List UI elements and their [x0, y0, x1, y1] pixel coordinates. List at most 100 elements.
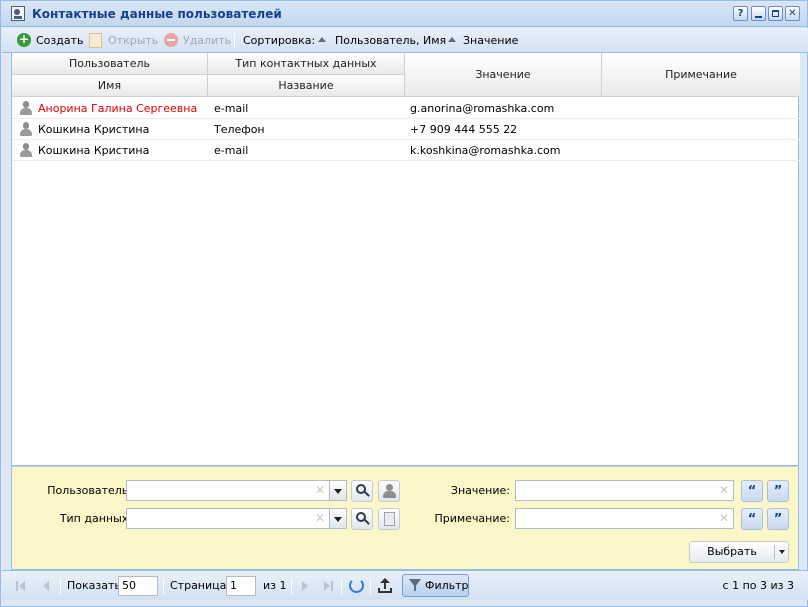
cell-value: g.anorina@romashka.com [410, 102, 555, 115]
cell-note [608, 119, 796, 140]
sort-label: Сортировка: [243, 34, 316, 47]
page-number-input[interactable]: 1 [226, 576, 256, 596]
paging-toolbar: Показать 50 Страница 1 из 1 Фильтр с 1 п… [2, 570, 808, 600]
filter-panel: Пользователь: ✕ Тип данных: ✕ Значение: … [11, 466, 799, 570]
filter-toggle-button[interactable]: Фильтр [402, 574, 469, 597]
minus-circle-icon [164, 33, 178, 47]
page-size-input[interactable]: 50 [118, 576, 158, 596]
document-open-icon [89, 33, 102, 48]
column-header-title[interactable]: Название [208, 75, 405, 97]
type-filter-dropdown-trigger[interactable] [329, 508, 347, 529]
delete-button[interactable]: Удалить [183, 28, 231, 53]
maximize-button[interactable] [768, 6, 783, 21]
table-row[interactable]: Кошкина Кристина e-mail k.koshkina@romas… [12, 140, 800, 161]
first-page-bar [16, 581, 18, 591]
paging-separator [60, 578, 61, 594]
open-quote-icon: “ [747, 484, 757, 499]
user-filter-label: Пользователь: [47, 484, 132, 497]
cell-value: +7 909 444 555 22 [410, 123, 518, 136]
column-header-note[interactable]: Примечание [602, 53, 800, 97]
value-filter-label: Значение: [450, 484, 510, 497]
chevron-down-icon[interactable] [779, 550, 785, 554]
user-select-button[interactable] [378, 480, 400, 502]
page-size-label: Показать [67, 579, 121, 592]
close-button[interactable]: ✕ [785, 6, 800, 21]
paging-separator [370, 578, 371, 594]
minimize-icon [755, 16, 762, 18]
contacts-window: Контактные данные пользователей ? ✕ + Со… [0, 0, 808, 607]
sort-item-user-name[interactable]: Пользователь, Имя [335, 28, 446, 53]
maximize-icon [772, 10, 779, 17]
next-page-icon[interactable] [302, 581, 308, 591]
note-filter-input[interactable]: ✕ [515, 508, 734, 529]
open-button[interactable]: Открыть [108, 28, 158, 53]
cell-name: Кошкина Кристина [38, 144, 150, 157]
type-search-button[interactable] [351, 508, 373, 530]
sort-asc-icon [318, 37, 326, 42]
header-group-contact-type: Тип контактных данных [208, 53, 405, 75]
clear-icon[interactable]: ✕ [719, 483, 729, 497]
open-quote-icon: “ [747, 512, 757, 527]
sort-asc-icon [448, 37, 456, 42]
clear-icon[interactable]: ✕ [315, 511, 325, 525]
sort-item-value[interactable]: Значение [463, 28, 518, 53]
page-count-label: из 1 [263, 579, 287, 592]
column-header-value[interactable]: Значение [405, 53, 602, 97]
close-quote-icon: ” [773, 484, 783, 499]
user-icon [19, 143, 33, 157]
window-titlebar: Контактные данные пользователей ? ✕ [1, 1, 807, 27]
main-toolbar: + Создать Открыть Удалить Сортировка: По… [2, 28, 808, 53]
select-split-button[interactable]: Выбрать [689, 541, 789, 563]
toolbar-separator [234, 33, 235, 48]
last-page-icon[interactable] [324, 581, 330, 591]
header-group-user: Пользователь [12, 53, 208, 75]
paging-separator [291, 578, 292, 594]
last-page-bar [331, 581, 333, 591]
cell-name: Кошкина Кристина [38, 123, 150, 136]
cell-type: e-mail [214, 102, 249, 115]
close-quote-icon: ” [773, 512, 783, 527]
paging-summary: с 1 по 3 из 3 [722, 579, 794, 592]
note-exact-match-close-button[interactable]: ” [767, 508, 789, 530]
note-exact-match-open-button[interactable]: “ [741, 508, 763, 530]
export-icon[interactable] [377, 578, 393, 594]
type-filter-input[interactable]: ✕ [126, 508, 330, 529]
clear-icon[interactable]: ✕ [315, 483, 325, 497]
user-icon [19, 122, 33, 136]
minimize-button[interactable] [751, 6, 766, 21]
table-row[interactable]: Анорина Галина Сергеевна e-mail g.anorin… [12, 98, 800, 119]
cell-name: Анорина Галина Сергеевна [38, 102, 198, 115]
type-filter-label: Тип данных: [59, 512, 132, 525]
clear-icon[interactable]: ✕ [719, 511, 729, 525]
column-header-name[interactable]: Имя [12, 75, 208, 97]
cell-value: k.koshkina@romashka.com [410, 144, 561, 157]
value-exact-match-open-button[interactable]: “ [741, 480, 763, 502]
split-divider [774, 545, 775, 559]
plus-circle-icon: + [17, 32, 31, 47]
refresh-icon[interactable] [349, 578, 364, 593]
select-button-label: Выбрать [707, 545, 757, 558]
value-exact-match-close-button[interactable]: ” [767, 480, 789, 502]
user-icon [19, 101, 33, 115]
first-page-icon[interactable] [19, 581, 25, 591]
paging-separator [163, 578, 164, 594]
prev-page-icon[interactable] [43, 581, 49, 591]
user-filter-input[interactable]: ✕ [126, 480, 330, 501]
filter-button-label: Фильтр [425, 579, 469, 592]
paging-separator [341, 578, 342, 594]
help-button[interactable]: ? [733, 6, 748, 21]
type-select-button[interactable] [378, 508, 400, 530]
cell-note [608, 140, 796, 161]
page-label: Страница [170, 579, 227, 592]
value-filter-input[interactable]: ✕ [515, 480, 734, 501]
document-icon [384, 512, 395, 526]
window-title: Контактные данные пользователей [32, 7, 282, 21]
user-filter-dropdown-trigger[interactable] [329, 480, 347, 501]
cell-type: Телефон [214, 123, 265, 136]
note-filter-label: Примечание: [434, 512, 510, 525]
contacts-book-icon [11, 6, 25, 21]
create-button[interactable]: Создать [36, 28, 84, 53]
cell-note [608, 98, 796, 119]
table-row[interactable]: Кошкина Кристина Телефон +7 909 444 555 … [12, 119, 800, 140]
user-search-button[interactable] [351, 480, 373, 502]
